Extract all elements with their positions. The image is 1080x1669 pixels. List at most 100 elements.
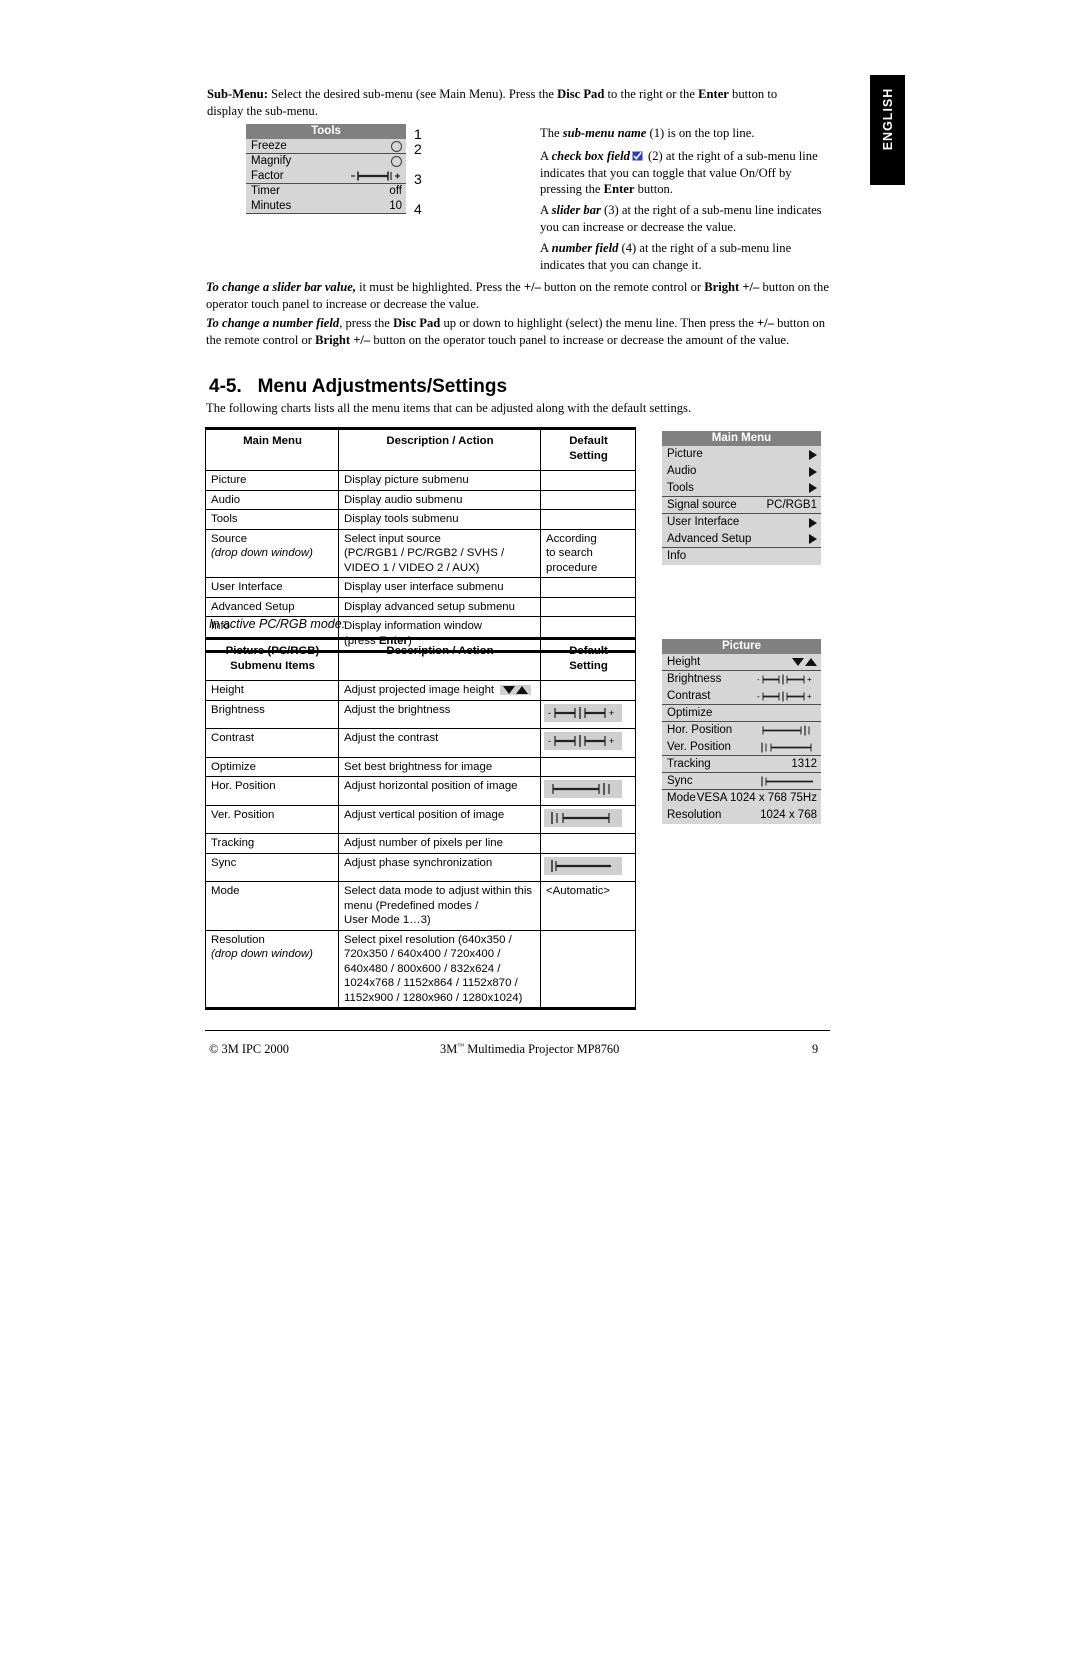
cell-default	[540, 680, 636, 701]
main-menu-row-advanced-setup[interactable]: Advanced Setup	[662, 531, 821, 548]
cell-default: - +	[540, 728, 636, 758]
table-row: Height Adjust projected image height	[205, 680, 636, 701]
cell-default	[540, 509, 636, 530]
picture-row-sync[interactable]: Sync	[662, 773, 821, 790]
tools-osd-row-factor[interactable]: Factor	[246, 169, 406, 184]
slider-bar-right-icon	[544, 780, 622, 798]
callout-3: 3	[414, 171, 422, 187]
table-row: Advanced Setup Display advanced setup su…	[205, 596, 636, 617]
table-header-row: Picture (PC/RGB) Submenu Items Descripti…	[205, 637, 636, 681]
slider-bar-mid-icon[interactable]: - +	[757, 690, 817, 703]
header-description: Description / Action	[338, 637, 541, 681]
table-row: Contrast Adjust the contrast - +	[205, 728, 636, 758]
cell-item: Picture	[205, 470, 339, 491]
main-menu-row-audio[interactable]: Audio	[662, 463, 821, 480]
table-row: Picture Display picture submenu	[205, 470, 636, 491]
header-col3-line2: Setting	[569, 659, 608, 672]
main-menu-row-label: User Interface	[667, 516, 740, 528]
cell-item: Tracking	[205, 833, 339, 854]
svg-text:+: +	[807, 675, 812, 684]
cell-default	[540, 470, 636, 491]
callout-2: 2	[414, 141, 422, 157]
slider-bar-right-icon[interactable]	[759, 724, 817, 737]
callout-4: 4	[414, 201, 422, 217]
picture-row-hor-position[interactable]: Hor. Position	[662, 722, 821, 739]
chevron-right-icon[interactable]	[809, 449, 817, 460]
slider-bar-left-icon[interactable]	[759, 741, 817, 754]
cell-default	[540, 833, 636, 854]
chevron-right-icon[interactable]	[809, 483, 817, 493]
tools-osd-title: Tools	[246, 124, 406, 139]
slider-change-paragraph: To change a slider bar value, it must be…	[206, 280, 829, 311]
table-row: Brightness Adjust the brightness - +	[205, 699, 636, 729]
table-row: Resolution (drop down window) Select pix…	[205, 929, 636, 1010]
check-box-circle-icon[interactable]	[391, 140, 402, 152]
cell-item: Brightness	[205, 699, 339, 729]
picture-row-optimize[interactable]: Optimize	[662, 705, 821, 722]
svg-text:-: -	[757, 675, 760, 684]
header-col3-line1: Default	[569, 645, 608, 657]
cell-default	[540, 596, 636, 617]
cell-desc: Display picture submenu	[338, 470, 541, 491]
check-box-circle-icon[interactable]	[391, 156, 402, 167]
picture-osd-panel[interactable]: Picture Height Brightness - + Contrast -…	[662, 639, 821, 824]
table-row: Mode Select data mode to adjust within t…	[205, 881, 636, 931]
tools-osd-row-magnify[interactable]: Magnify	[246, 154, 406, 169]
picture-row-value: 1312	[791, 757, 817, 770]
footer-product-name: Multimedia Projector MP8760	[464, 1042, 620, 1057]
chevron-right-icon[interactable]	[809, 534, 817, 544]
tools-osd-row-timer[interactable]: Timer off	[246, 184, 406, 199]
main-menu-row-info[interactable]: Info	[662, 548, 821, 565]
cell-item-sublabel: (drop down window)	[211, 547, 313, 559]
picture-osd-title: Picture	[662, 639, 821, 654]
chevron-right-icon[interactable]	[809, 466, 817, 477]
picture-row-label: Height	[667, 655, 701, 668]
up-down-arrows-icon[interactable]	[792, 658, 817, 666]
picture-row-contrast[interactable]: Contrast - +	[662, 688, 821, 705]
cell-default: According to search procedure	[540, 528, 636, 578]
cell-item-label: Source	[211, 532, 248, 545]
header-picture-items: Picture (PC/RGB) Submenu Items	[205, 637, 339, 681]
slider-bar-start-icon[interactable]	[759, 775, 817, 788]
svg-text:+: +	[609, 736, 614, 746]
table-row: Ver. Position Adjust vertical position o…	[205, 804, 636, 834]
tools-osd-row-minutes[interactable]: Minutes 10	[246, 199, 406, 214]
picture-row-ver-position[interactable]: Ver. Position	[662, 739, 821, 756]
picture-row-value: 1024 x 768	[760, 809, 817, 821]
header-default-line2: Setting	[569, 449, 608, 462]
section-title: Menu Adjustments/Settings	[257, 376, 508, 397]
svg-text:+: +	[609, 708, 614, 718]
cell-item: Tools	[205, 509, 339, 530]
picture-row-height[interactable]: Height	[662, 654, 821, 671]
picture-row-mode[interactable]: Mode VESA 1024 x 768 75Hz	[662, 790, 821, 807]
svg-text:-: -	[548, 736, 551, 746]
tools-osd-row-freeze[interactable]: Freeze	[246, 139, 406, 154]
cell-default	[540, 804, 636, 834]
cell-desc: Adjust number of pixels per line	[338, 833, 541, 854]
main-menu-row-signal-source[interactable]: Signal source PC/RGB1	[662, 497, 821, 514]
cell-item: Resolution (drop down window)	[205, 929, 339, 1010]
slider-bar-icon[interactable]	[350, 170, 402, 182]
chevron-right-icon[interactable]	[809, 517, 817, 528]
cell-desc-text: Adjust projected image height	[344, 684, 495, 696]
slider-bar-left-icon	[544, 808, 622, 827]
main-menu-row-user-interface[interactable]: User Interface	[662, 514, 821, 531]
cell-item: User Interface	[205, 577, 339, 598]
main-menu-row-tools[interactable]: Tools	[662, 480, 821, 497]
picture-row-brightness[interactable]: Brightness - +	[662, 671, 821, 688]
svg-text:-: -	[757, 692, 760, 701]
table-row: Sync Adjust phase synchronization	[205, 852, 636, 882]
main-menu-row-label: Signal source	[667, 498, 737, 511]
main-menu-row-picture[interactable]: Picture	[662, 446, 821, 463]
cell-desc: Adjust the brightness	[338, 699, 541, 729]
cell-desc: Select pixel resolution (640x350 / 720x3…	[338, 929, 541, 1010]
picture-row-tracking[interactable]: Tracking 1312	[662, 756, 821, 773]
slider-bar-mid-icon[interactable]: - +	[757, 673, 817, 686]
cell-default	[540, 852, 636, 882]
picture-row-resolution[interactable]: Resolution 1024 x 768	[662, 807, 821, 824]
tools-osd-panel[interactable]: Tools Freeze Magnify Factor Timer off Mi…	[246, 124, 406, 214]
main-menu-osd-panel[interactable]: Main Menu Picture Audio Tools Signal sou…	[662, 431, 821, 565]
cell-default: - +	[540, 699, 636, 729]
picture-row-label: Mode	[667, 792, 696, 804]
cell-item: Source (drop down window)	[205, 528, 339, 578]
